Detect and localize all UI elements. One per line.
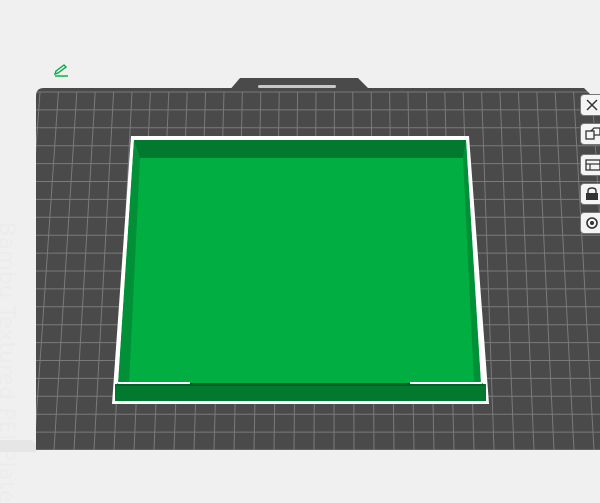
3d-viewport[interactable] <box>0 0 600 450</box>
orient-button[interactable] <box>580 154 600 176</box>
model-front-wall <box>115 384 486 401</box>
arrange-icon <box>585 127 600 141</box>
gear-icon <box>585 216 599 230</box>
model-back-wall <box>134 140 466 158</box>
model-object[interactable] <box>112 136 489 404</box>
lock-button[interactable] <box>580 183 600 205</box>
panel-corner-tab <box>0 440 36 452</box>
model-floor <box>118 140 481 385</box>
lock-icon <box>585 187 599 201</box>
orient-icon <box>585 158 600 172</box>
arrange-button[interactable] <box>580 123 600 145</box>
close-icon <box>585 98 599 112</box>
settings-button[interactable] <box>580 212 600 234</box>
plate-handle-highlight <box>258 85 336 88</box>
pencil-icon[interactable] <box>52 62 72 78</box>
plate-name-label: Bambu Textured PEI Plate <box>0 222 22 472</box>
close-plate-button[interactable] <box>580 94 600 116</box>
